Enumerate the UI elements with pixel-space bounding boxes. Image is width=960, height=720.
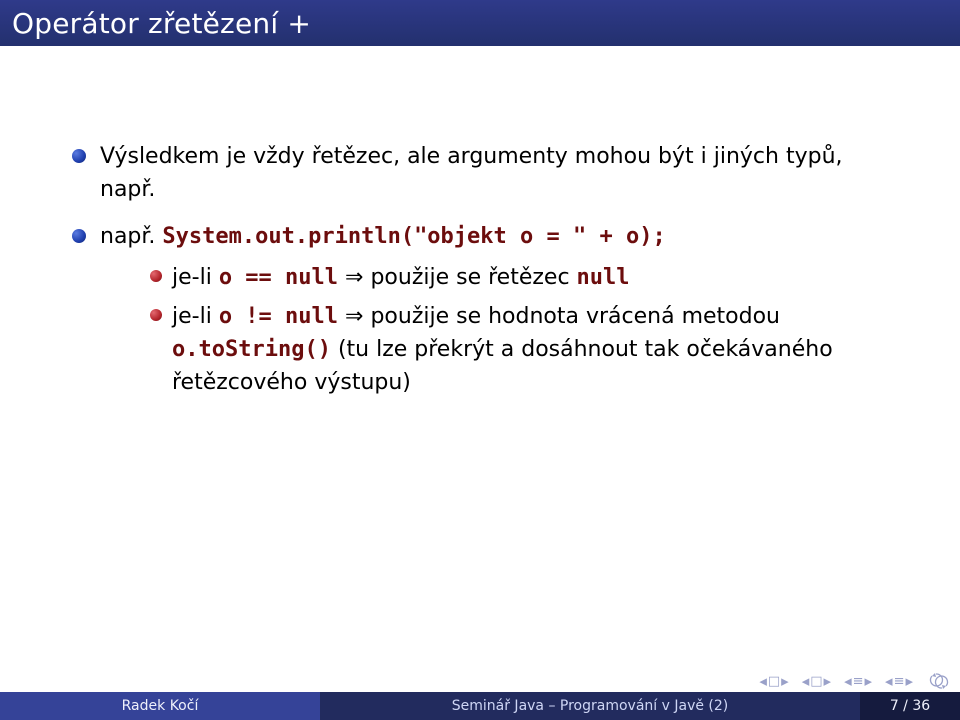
nav-section-icon: ≡ [853,674,863,689]
nav-group-frame[interactable]: ◂ □ ▸ [802,672,830,690]
footer-page: 7 / 36 [860,692,960,720]
beamer-nav-bar: ◂ □ ▸ ◂ □ ▸ ◂ ≡ ▸ ◂ ≡ ▸ [759,672,952,690]
sub-bullet-list: je-li o == null ⇒ použije se řetězec nul… [100,261,890,399]
nav-prev-frame-icon[interactable]: ◂ [802,672,809,690]
nav-next-section-icon[interactable]: ▸ [865,672,872,690]
text: je-li [172,265,219,290]
bullet-item: Výsledkem je vždy řetězec, ale argumenty… [70,140,890,206]
slide-title-bar: Operátor zřetězení + [0,0,960,46]
nav-back-forward[interactable] [926,673,952,689]
footer-title: Seminář Java – Programování v Javě (2) [320,692,860,720]
nav-prev-section-icon[interactable]: ◂ [844,672,851,690]
nav-next-subsection-icon[interactable]: ▸ [905,672,912,690]
implies-arrow: ⇒ [338,304,370,329]
nav-frame-icon: □ [810,674,821,689]
text: použije se hodnota vrácená metodou [370,304,780,329]
code: o == null [219,265,338,290]
text: je-li [172,304,219,329]
footer-author: Radek Kočí [0,692,320,720]
slide-title: Operátor zřetězení + [12,7,311,40]
slide: Operátor zřetězení + Výsledkem je vždy ř… [0,0,960,720]
sub-bullet-item: je-li o == null ⇒ použije se řetězec nul… [146,261,890,294]
implies-arrow: ⇒ [338,265,370,290]
bullet-item: např. System.out.println("objekt o = " +… [70,220,890,399]
slide-body: Výsledkem je vždy řetězec, ale argumenty… [70,140,890,413]
text: použije se řetězec [370,265,576,290]
nav-group-subsection[interactable]: ◂ ≡ ▸ [885,672,912,690]
code-snippet: System.out.println("objekt o = " + o); [162,224,665,249]
bullet-text: Výsledkem je vždy řetězec, ale argumenty… [100,144,843,202]
nav-prev-slide-icon[interactable]: ◂ [759,672,766,690]
code: null [577,265,630,290]
nav-slide-icon: □ [768,674,779,689]
nav-group-section[interactable]: ◂ ≡ ▸ [844,672,871,690]
code: o != null [219,304,338,329]
code: o.toString() [172,337,331,362]
footer-bar: Radek Kočí Seminář Java – Programování v… [0,692,960,720]
nav-subsection-icon: ≡ [894,674,904,689]
nav-group-slide[interactable]: ◂ □ ▸ [759,672,787,690]
nav-next-frame-icon[interactable]: ▸ [824,672,831,690]
nav-prev-subsection-icon[interactable]: ◂ [885,672,892,690]
nav-next-slide-icon[interactable]: ▸ [781,672,788,690]
sub-bullet-item: je-li o != null ⇒ použije se hodnota vrá… [146,300,890,399]
bullet-text-prefix: např. [100,224,162,249]
back-forward-icon [926,673,952,689]
